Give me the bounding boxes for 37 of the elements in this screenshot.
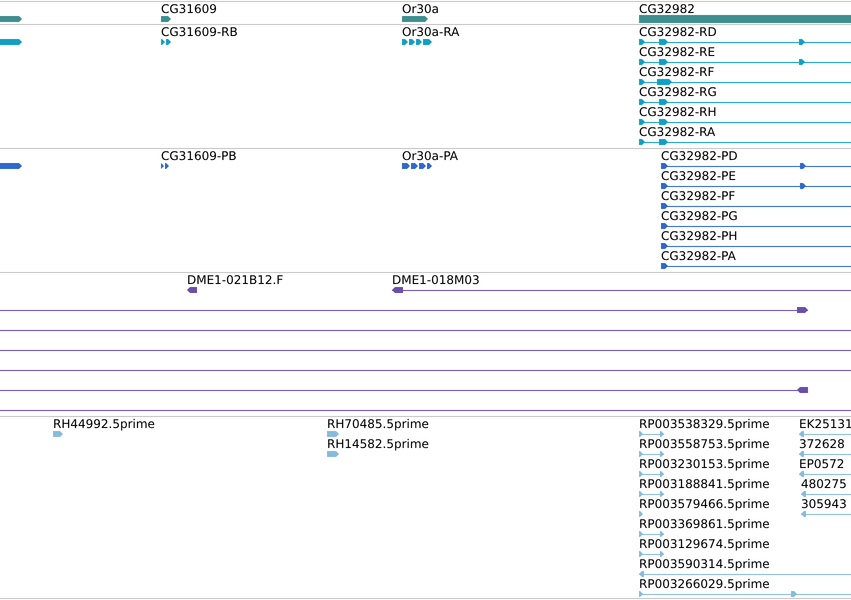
est-label: EP0572 [799, 457, 844, 471]
est-label: RH70485.5prime [327, 417, 429, 431]
gene-label: CG31609 [161, 2, 217, 16]
gene-label: CG32982 [639, 2, 695, 16]
transcript-label: CG31609-RB [161, 25, 238, 39]
protein-label: CG32982-PE [661, 169, 736, 183]
est-label: RP003369861.5prime [639, 517, 770, 531]
clone-label: DME1-021B12.F [187, 273, 284, 287]
est-label: RP003558753.5prime [639, 437, 770, 451]
protein-label: CG32982-PD [661, 149, 738, 163]
est-label: RP003129674.5prime [639, 537, 770, 551]
est-label: RP003188841.5prime [639, 477, 770, 491]
transcript-label: CG32982-RA [639, 125, 716, 139]
est-label: 480275 [801, 477, 847, 491]
transcript-label: Or30a-RA [402, 25, 460, 39]
est-label: RH44992.5prime [53, 417, 155, 431]
protein-label: CG32982-PF [661, 189, 736, 203]
est-label: RP003590314.5prime [639, 557, 770, 571]
transcript-label: CG32982-RG [639, 85, 717, 99]
gene-label: Or30a [402, 2, 440, 16]
protein-label: CG32982-PA [661, 249, 736, 263]
protein-label: CG31609-PB [161, 149, 237, 163]
est-label: 372628 [799, 437, 845, 451]
protein-label: CG32982-PG [661, 209, 738, 223]
transcript-label: CG32982-RH [639, 105, 717, 119]
est-label: RP003266029.5prime [639, 577, 770, 591]
transcript-label: CG32982-RE [639, 45, 716, 59]
transcript-label: CG32982-RD [639, 25, 717, 39]
est-label: RP003230153.5prime [639, 457, 770, 471]
transcript-label: CG32982-RF [639, 65, 714, 79]
est-label: 305943 [801, 497, 847, 511]
est-label: RH14582.5prime [327, 437, 429, 451]
clone-label: DME1-018M03 [392, 273, 480, 287]
protein-label: Or30a-PA [402, 149, 458, 163]
protein-label: CG32982-PH [661, 229, 738, 243]
est-label: RP003538329.5prime [639, 417, 770, 431]
est-label: RP003579466.5prime [639, 497, 770, 511]
